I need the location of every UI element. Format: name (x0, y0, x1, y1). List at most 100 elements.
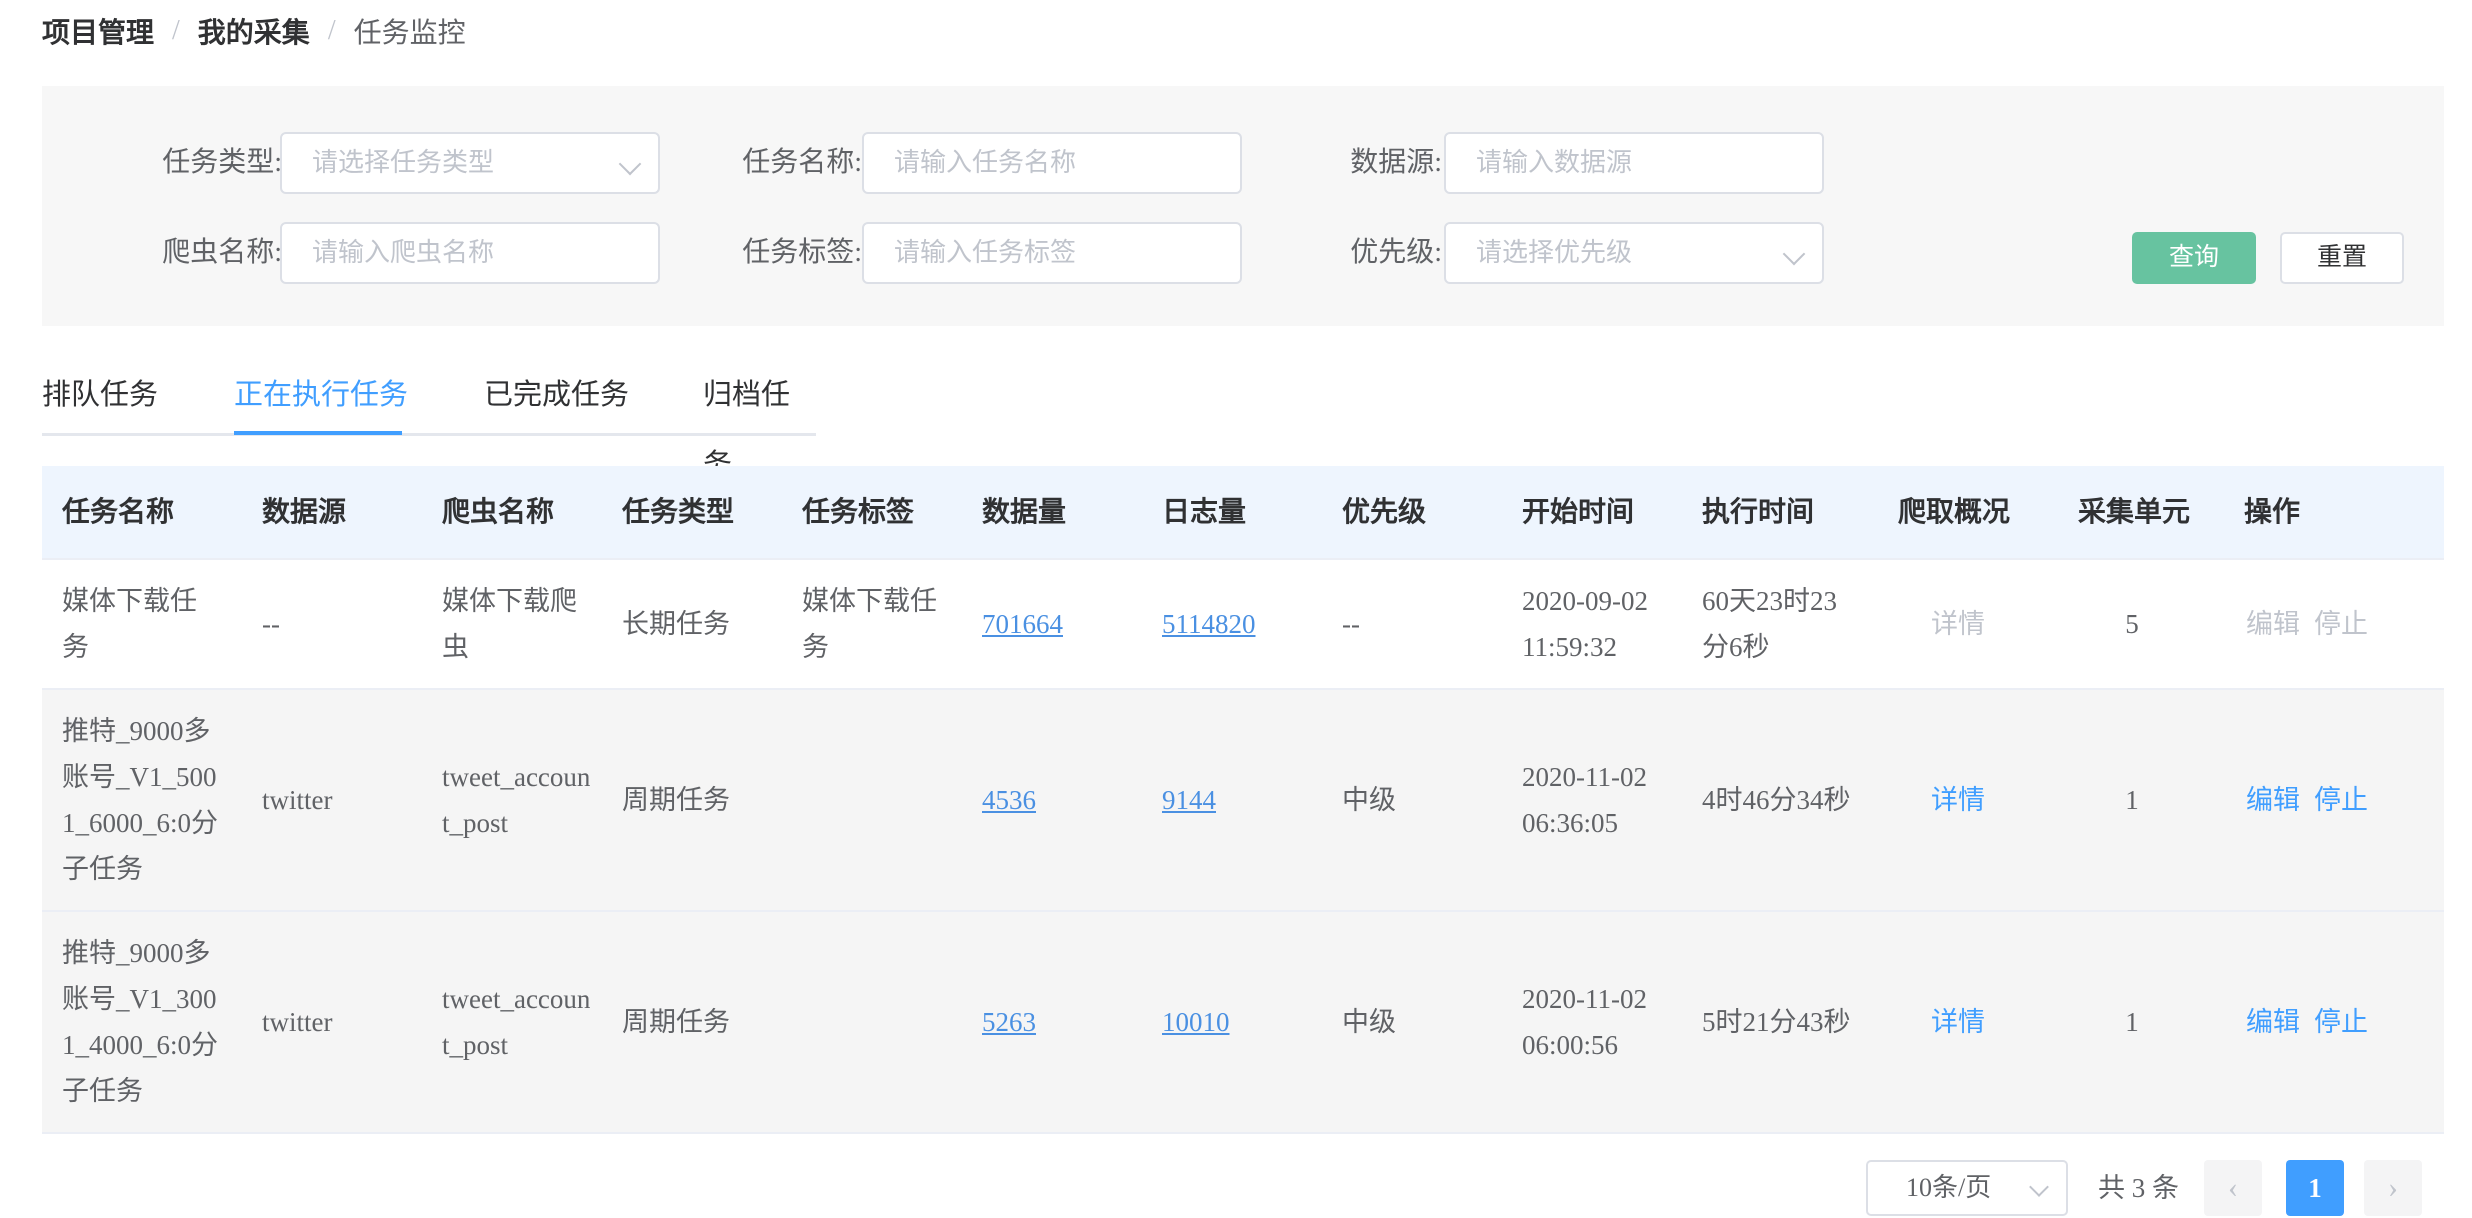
table-row: 推特_9000多账号_V1_5001_6000_6:0分子任务 twitter … (42, 690, 2444, 912)
exec-time-cell: 60天23时23分6秒 (1702, 586, 1837, 662)
type-cell: 长期任务 (622, 609, 730, 639)
crawler-cell: tweet_account_post (442, 762, 591, 838)
breadcrumb-item-my-collection[interactable]: 我的采集 (198, 11, 310, 51)
type-cell: 周期任务 (622, 785, 730, 815)
datasource-placeholder: 请输入数据源 (1476, 148, 1633, 177)
tag-cell (802, 912, 952, 1132)
column-header: 开始时间 (1522, 497, 1635, 528)
priority-cell: -- (1342, 609, 1360, 639)
priority-select[interactable]: 请选择优先级 (1444, 222, 1824, 284)
column-header: 爬取概况 (1898, 497, 2011, 528)
task-name-placeholder: 请输入任务名称 (894, 148, 1077, 177)
crawler-name-label: 爬虫名称: (162, 237, 282, 268)
column-header: 数据量 (982, 497, 1067, 528)
task-name-cell: 媒体下载任务 (62, 586, 197, 662)
breadcrumb: 项目管理 / 我的采集 / 任务监控 (42, 10, 466, 52)
priority-label: 优先级: (1350, 237, 1442, 268)
units-cell: 1 (2125, 1007, 2139, 1037)
start-time-cell: 2020-11-02 06:00:56 (1522, 984, 1647, 1060)
overview-detail-link[interactable]: 详情 (1931, 999, 1985, 1045)
task-name-label: 任务名称: (742, 147, 862, 178)
column-header: 任务名称 (62, 497, 175, 528)
crawler-cell: 媒体下载爬虫 (442, 586, 577, 662)
datasource-cell: twitter (262, 785, 333, 815)
prev-page-button[interactable]: ‹ (2204, 1160, 2262, 1216)
data-count-link[interactable]: 701664 (982, 601, 1063, 647)
task-name-input[interactable]: 请输入任务名称 (862, 132, 1242, 194)
column-header: 任务标签 (802, 497, 915, 528)
chevron-right-icon: › (2388, 1171, 2398, 1204)
log-count-link[interactable]: 5114820 (1162, 601, 1256, 647)
datasource-cell: twitter (262, 1007, 333, 1037)
datasource-label: 数据源: (1350, 147, 1442, 178)
exec-time-cell: 5时21分43秒 (1702, 1007, 1851, 1037)
tab-completed[interactable]: 已完成任务 (484, 360, 629, 436)
tag-cell (802, 690, 952, 910)
stop-button[interactable]: 停止 (2314, 777, 2368, 823)
datasource-input[interactable]: 请输入数据源 (1444, 132, 1824, 194)
table-row: 媒体下载任务 -- 媒体下载爬虫 长期任务 媒体下载任务 701664 5114… (42, 560, 2444, 690)
task-tag-input[interactable]: 请输入任务标签 (862, 222, 1242, 284)
crawler-name-input[interactable]: 请输入爬虫名称 (280, 222, 660, 284)
chevron-down-icon (618, 152, 642, 176)
task-name-cell: 推特_9000多账号_V1_5001_6000_6:0分子任务 (62, 716, 219, 884)
column-header: 采集单元 (2078, 497, 2191, 528)
overview-detail-link[interactable]: 详情 (1931, 601, 1985, 647)
column-header: 爬虫名称 (442, 497, 555, 528)
stop-button[interactable]: 停止 (2314, 999, 2368, 1045)
task-type-placeholder: 请选择任务类型 (312, 148, 495, 177)
task-type-label: 任务类型: (162, 147, 282, 178)
start-time-cell: 2020-09-02 11:59:32 (1522, 586, 1648, 662)
tab-archived[interactable]: 归档任务 (703, 360, 816, 481)
query-button[interactable]: 查询 (2132, 232, 2256, 284)
column-header: 执行时间 (1702, 497, 1815, 528)
tab-queued[interactable]: 排队任务 (42, 360, 158, 436)
column-header: 操作 (2244, 497, 2301, 528)
overview-detail-link[interactable]: 详情 (1931, 777, 1985, 823)
column-header: 优先级 (1342, 497, 1427, 528)
breadcrumb-item-project[interactable]: 项目管理 (42, 11, 154, 51)
data-count-link[interactable]: 4536 (982, 777, 1036, 823)
data-count-link[interactable]: 5263 (982, 999, 1036, 1045)
breadcrumb-separator: / (327, 15, 336, 46)
task-type-select[interactable]: 请选择任务类型 (280, 132, 660, 194)
column-header: 数据源 (262, 497, 347, 528)
priority-placeholder: 请选择优先级 (1476, 238, 1633, 267)
chevron-left-icon: ‹ (2228, 1171, 2238, 1204)
chevron-down-icon (2029, 1177, 2049, 1197)
reset-button[interactable]: 重置 (2280, 232, 2404, 284)
page-number-button[interactable]: 1 (2286, 1160, 2344, 1216)
table-header: 任务名称 数据源 爬虫名称 任务类型 任务标签 数据量 日志量 优先级 开始时间… (42, 466, 2444, 560)
next-page-button[interactable]: › (2364, 1160, 2422, 1216)
units-cell: 5 (2125, 609, 2139, 639)
active-tab-indicator (234, 431, 402, 435)
units-cell: 1 (2125, 785, 2139, 815)
task-tag-label: 任务标签: (742, 237, 862, 268)
tab-running[interactable]: 正在执行任务 (234, 360, 408, 436)
crawler-cell: tweet_account_post (442, 984, 591, 1060)
filter-panel: 任务类型: 请选择任务类型 任务名称: 请输入任务名称 数据源: 请输入数据源 … (42, 86, 2444, 326)
tag-cell: 媒体下载任务 (802, 586, 937, 662)
start-time-cell: 2020-11-02 06:36:05 (1522, 762, 1647, 838)
edit-button[interactable]: 编辑 (2246, 601, 2300, 647)
exec-time-cell: 4时46分34秒 (1702, 785, 1851, 815)
stop-button[interactable]: 停止 (2314, 601, 2368, 647)
edit-button[interactable]: 编辑 (2246, 999, 2300, 1045)
task-tabs: 排队任务 正在执行任务 已完成任务 归档任务 (42, 360, 816, 481)
task-tag-placeholder: 请输入任务标签 (894, 238, 1077, 267)
column-header: 任务类型 (622, 497, 735, 528)
task-name-cell: 推特_9000多账号_V1_3001_4000_6:0分子任务 (62, 938, 219, 1106)
log-count-link[interactable]: 9144 (1162, 777, 1216, 823)
priority-cell: 中级 (1342, 1007, 1396, 1037)
chevron-down-icon (1782, 242, 1806, 266)
page-size-value: 10条/页 (1906, 1173, 1992, 1202)
edit-button[interactable]: 编辑 (2246, 777, 2300, 823)
total-count: 共 3 条 (2098, 1173, 2179, 1203)
page-size-select[interactable]: 10条/页 (1866, 1160, 2068, 1216)
task-table: 任务名称 数据源 爬虫名称 任务类型 任务标签 数据量 日志量 优先级 开始时间… (42, 466, 2444, 1134)
log-count-link[interactable]: 10010 (1162, 999, 1230, 1045)
priority-cell: 中级 (1342, 785, 1396, 815)
datasource-cell: -- (262, 609, 280, 639)
column-header: 日志量 (1162, 497, 1247, 528)
table-row: 推特_9000多账号_V1_3001_4000_6:0分子任务 twitter … (42, 912, 2444, 1134)
